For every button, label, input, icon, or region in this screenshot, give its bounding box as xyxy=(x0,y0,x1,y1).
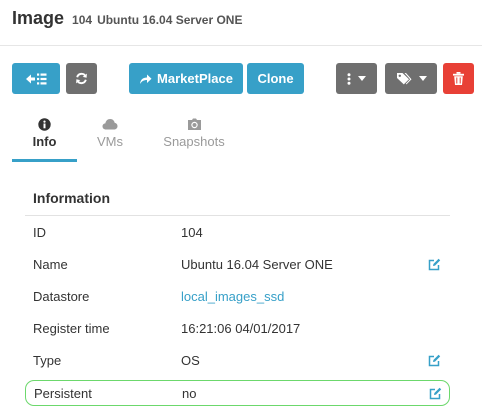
more-actions-button[interactable] xyxy=(336,63,377,94)
info-row-datastore: Datastore local_images_ssd xyxy=(25,284,450,310)
camera-icon xyxy=(155,118,233,131)
refresh-icon xyxy=(75,72,88,85)
row-value: Ubuntu 16.04 Server ONE xyxy=(181,257,333,272)
row-value: no xyxy=(182,386,197,401)
section-title: Information xyxy=(33,190,110,206)
row-value: OS xyxy=(181,353,200,368)
edit-icon[interactable] xyxy=(428,354,441,367)
marketplace-label: MarketPlace xyxy=(157,71,233,86)
trash-icon xyxy=(453,72,464,85)
tab-vms[interactable]: VMs xyxy=(82,118,138,162)
datastore-link[interactable]: local_images_ssd xyxy=(181,289,284,304)
vertical-dots-icon xyxy=(347,72,351,85)
tags-icon xyxy=(396,72,412,85)
row-key: Type xyxy=(33,353,62,368)
tab-snapshots[interactable]: Snapshots xyxy=(155,118,233,162)
page-header: Image 104 Ubuntu 16.04 Server ONE xyxy=(12,8,242,32)
marketplace-button[interactable]: MarketPlace xyxy=(129,63,243,94)
section-divider xyxy=(25,215,450,216)
resource-name: Ubuntu 16.04 Server ONE xyxy=(97,13,243,27)
info-row-persistent: Persistent no xyxy=(25,380,450,406)
chevron-down-icon xyxy=(418,76,427,81)
info-circle-icon xyxy=(12,118,77,131)
row-key: Name xyxy=(33,257,68,272)
chevron-down-icon xyxy=(358,76,366,81)
tab-info[interactable]: Info xyxy=(12,118,77,162)
back-list-icon xyxy=(25,72,47,86)
active-tab-indicator xyxy=(12,159,77,162)
labels-button[interactable] xyxy=(385,63,437,94)
info-row-type: Type OS xyxy=(25,348,450,374)
tab-info-label: Info xyxy=(32,134,57,149)
row-value: 16:21:06 04/01/2017 xyxy=(181,321,301,336)
clone-label: Clone xyxy=(257,71,294,86)
cloud-icon xyxy=(82,118,138,131)
resource-kind: Image xyxy=(12,8,65,28)
row-key: Datastore xyxy=(33,289,90,304)
info-row-name: Name Ubuntu 16.04 Server ONE xyxy=(25,252,450,278)
share-arrow-icon xyxy=(139,73,152,85)
row-value: 104 xyxy=(181,225,203,240)
info-row-id: ID 104 xyxy=(25,220,450,246)
delete-button[interactable] xyxy=(443,63,474,94)
refresh-button[interactable] xyxy=(66,63,97,94)
clone-button[interactable]: Clone xyxy=(247,63,304,94)
info-row-register-time: Register time 16:21:06 04/01/2017 xyxy=(25,316,450,342)
resource-id: 104 xyxy=(72,13,93,27)
row-key: ID xyxy=(33,225,46,240)
header-divider xyxy=(0,45,482,46)
row-key: Persistent xyxy=(34,386,92,401)
edit-icon[interactable] xyxy=(428,258,441,271)
row-key: Register time xyxy=(33,321,110,336)
tab-snapshots-label: Snapshots xyxy=(163,134,225,149)
tab-vms-label: VMs xyxy=(97,134,123,149)
back-button[interactable] xyxy=(12,63,60,94)
edit-icon[interactable] xyxy=(429,387,442,400)
